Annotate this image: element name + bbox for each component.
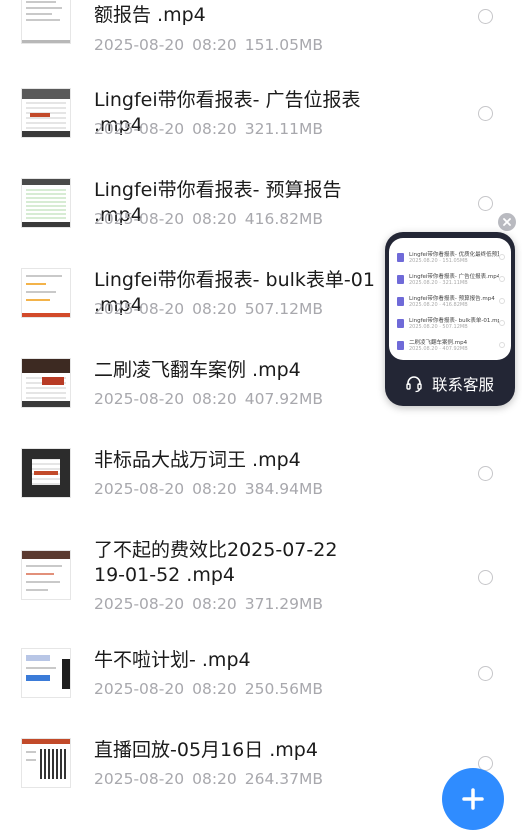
file-meta: 2025-08-20 08:20 407.92MB bbox=[94, 390, 331, 408]
contact-support-label: 联系客服 bbox=[432, 376, 495, 394]
file-date: 2025-08-20 bbox=[94, 36, 185, 54]
file-row[interactable]: 了不起的费效比2025-07-22 19-01-52 .mp4 2025-08-… bbox=[0, 530, 522, 630]
select-radio[interactable] bbox=[478, 106, 493, 121]
file-date: 2025-08-20 bbox=[94, 770, 185, 788]
file-time: 08:20 bbox=[192, 36, 237, 54]
file-name: 非标品大战万词王 .mp4 bbox=[94, 449, 301, 471]
file-meta: 2025-08-20 08:20 384.94MB bbox=[94, 480, 331, 498]
cs-preview-screenshot: Lingfei带你看报表- 优质化最终低预算报告.mp4 2025.08.20 … bbox=[389, 238, 511, 360]
file-date: 2025-08-20 bbox=[94, 300, 185, 318]
file-meta: 2025-08-20 08:20 321.11MB bbox=[94, 120, 331, 138]
file-date: 2025-08-20 bbox=[94, 680, 185, 698]
video-thumbnail bbox=[21, 648, 71, 698]
file-time: 08:20 bbox=[192, 480, 237, 498]
cs-preview-item-meta: 2025.08.20 · 416.82MB bbox=[409, 302, 468, 308]
file-time: 08:20 bbox=[192, 120, 237, 138]
select-radio[interactable] bbox=[478, 196, 493, 211]
file-row[interactable]: 额报告 .mp4 2025-08-20 08:20 151.05MB bbox=[0, 0, 522, 65]
headset-icon bbox=[406, 376, 422, 393]
select-radio[interactable] bbox=[478, 666, 493, 681]
file-meta: 2025-08-20 08:20 151.05MB bbox=[94, 36, 331, 54]
file-time: 08:20 bbox=[192, 595, 237, 613]
file-size: 407.92MB bbox=[244, 390, 324, 408]
cs-preview-item: Lingfei带你看报表- 广告位报表.mp4 2025.08.20 · 321… bbox=[397, 272, 505, 294]
file-size: 371.29MB bbox=[244, 595, 324, 613]
select-radio[interactable] bbox=[478, 9, 493, 24]
cs-preview-item: Lingfei带你看报表- 预算报告.mp4 2025.08.20 · 416.… bbox=[397, 294, 505, 316]
file-meta: 2025-08-20 08:20 264.37MB bbox=[94, 770, 331, 788]
file-size: 264.37MB bbox=[244, 770, 324, 788]
file-name: 额报告 .mp4 bbox=[94, 4, 206, 26]
file-date: 2025-08-20 bbox=[94, 480, 185, 498]
video-thumbnail bbox=[21, 448, 71, 498]
add-button[interactable] bbox=[442, 768, 504, 830]
file-name: 直播回放-05月16日 .mp4 bbox=[94, 739, 318, 761]
video-thumbnail bbox=[21, 88, 71, 138]
file-meta: 2025-08-20 08:20 250.56MB bbox=[94, 680, 331, 698]
file-size: 507.12MB bbox=[244, 300, 324, 318]
video-thumbnail bbox=[21, 358, 71, 408]
file-name: 牛不啦计划- .mp4 bbox=[94, 649, 251, 671]
cs-preview-item-name: Lingfei带你看报表- 优质化最终低预算报告.mp4 bbox=[409, 252, 499, 258]
select-radio[interactable] bbox=[478, 466, 493, 481]
file-date: 2025-08-20 bbox=[94, 210, 185, 228]
cs-preview-item: Lingfei带你看报表- bulk表单-01.mp4 2025.08.20 ·… bbox=[397, 316, 505, 338]
video-thumbnail bbox=[21, 550, 71, 600]
cs-preview-item-meta: 2025.08.20 · 407.92MB bbox=[409, 346, 468, 352]
cs-preview-item-name: Lingfei带你看报表- 预算报告.mp4 bbox=[409, 296, 495, 302]
cs-preview-item-name: 二刷凌飞翻车案例.mp4 bbox=[409, 340, 468, 346]
cs-preview-item-name: Lingfei带你看报表- 广告位报表.mp4 bbox=[409, 274, 499, 280]
file-row[interactable]: Lingfei带你看报表- 广告位报表 .mp4 2025-08-20 08:20… bbox=[0, 80, 522, 165]
file-name: 了不起的费效比2025-07-22 19-01-52 .mp4 bbox=[94, 539, 338, 586]
file-date: 2025-08-20 bbox=[94, 595, 185, 613]
file-time: 08:20 bbox=[192, 390, 237, 408]
customer-service-widget[interactable]: Lingfei带你看报表- 优质化最终低预算报告.mp4 2025.08.20 … bbox=[385, 232, 515, 406]
file-size: 384.94MB bbox=[244, 480, 324, 498]
video-thumbnail bbox=[21, 0, 71, 44]
file-meta: 2025-08-20 08:20 371.29MB bbox=[94, 595, 331, 613]
close-widget-button[interactable] bbox=[498, 213, 516, 231]
plus-icon bbox=[462, 788, 484, 810]
cs-preview-item: Lingfei带你看报表- 优质化最终低预算报告.mp4 2025.08.20 … bbox=[397, 250, 505, 272]
video-thumbnail bbox=[21, 178, 71, 228]
video-thumbnail bbox=[21, 268, 71, 318]
file-size: 250.56MB bbox=[244, 680, 324, 698]
file-name: 二刷凌飞翻车案例 .mp4 bbox=[94, 359, 301, 381]
file-meta: 2025-08-20 08:20 507.12MB bbox=[94, 300, 331, 318]
close-icon bbox=[503, 218, 511, 226]
file-size: 151.05MB bbox=[244, 36, 324, 54]
cs-preview-item-meta: 2025.08.20 · 151.05MB bbox=[409, 258, 468, 264]
select-radio[interactable] bbox=[478, 570, 493, 585]
file-time: 08:20 bbox=[192, 300, 237, 318]
file-date: 2025-08-20 bbox=[94, 390, 185, 408]
file-date: 2025-08-20 bbox=[94, 120, 185, 138]
file-size: 321.11MB bbox=[244, 120, 324, 138]
file-size: 416.82MB bbox=[244, 210, 324, 228]
cs-preview-item: 二刷凌飞翻车案例.mp4 2025.08.20 · 407.92MB bbox=[397, 338, 505, 360]
cs-preview-item-meta: 2025.08.20 · 321.11MB bbox=[409, 280, 468, 286]
file-row[interactable]: 非标品大战万词王 .mp4 2025-08-20 08:20 384.94MB bbox=[0, 440, 522, 525]
file-time: 08:20 bbox=[192, 680, 237, 698]
contact-support-button[interactable]: 联系客服 bbox=[385, 372, 515, 396]
video-thumbnail bbox=[21, 738, 71, 788]
cs-preview-item-name: Lingfei带你看报表- bulk表单-01.mp4 bbox=[409, 318, 499, 324]
file-time: 08:20 bbox=[192, 770, 237, 788]
file-meta: 2025-08-20 08:20 416.82MB bbox=[94, 210, 331, 228]
file-row[interactable]: 牛不啦计划- .mp4 2025-08-20 08:20 250.56MB bbox=[0, 640, 522, 725]
cs-preview-item-meta: 2025.08.20 · 507.12MB bbox=[409, 324, 468, 330]
file-time: 08:20 bbox=[192, 210, 237, 228]
